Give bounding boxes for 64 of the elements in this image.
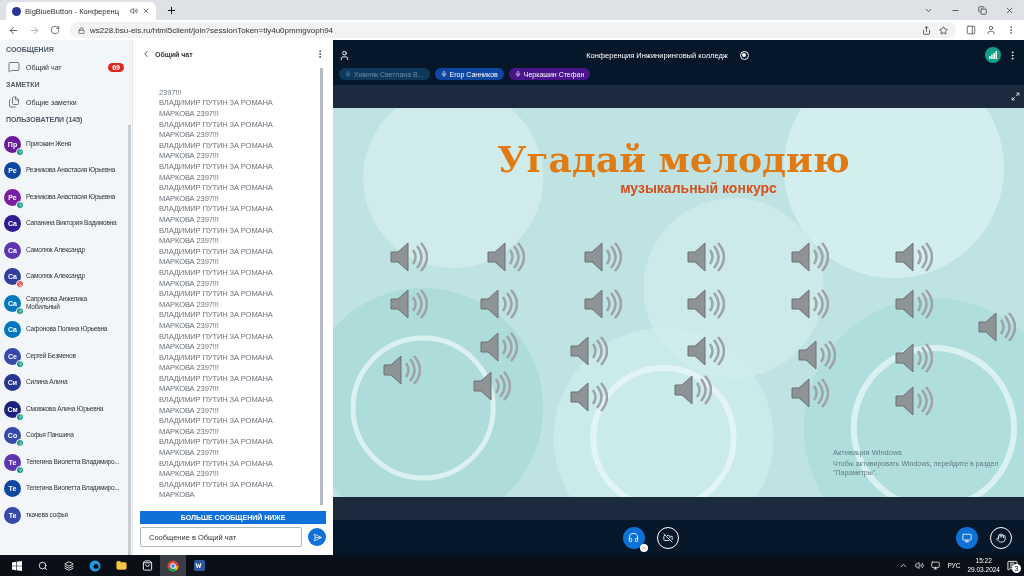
speaker-icon[interactable] [388, 240, 429, 275]
slide-subtitle: музыкальный конкурс [620, 180, 777, 196]
chrome-icon[interactable] [160, 555, 186, 576]
slide-title: Угадай мелодию [497, 138, 850, 180]
lock-icon[interactable] [78, 26, 85, 34]
audio-options-icon[interactable] [639, 543, 648, 552]
speaker-icon[interactable] [478, 286, 519, 321]
restore-icon[interactable] [978, 5, 987, 15]
speaker-icon[interactable] [789, 286, 830, 321]
speaker-icon[interactable] [685, 286, 726, 321]
speaker-icon[interactable] [892, 286, 933, 321]
back-icon[interactable] [141, 49, 151, 59]
send-icon [312, 532, 322, 542]
speaker-icon[interactable] [478, 329, 519, 364]
back-icon[interactable] [8, 24, 19, 36]
close-icon[interactable] [1005, 5, 1014, 15]
speaker-icon[interactable] [892, 240, 933, 275]
logo-icon [12, 6, 21, 16]
new-tab-icon[interactable] [166, 5, 177, 16]
send-button[interactable] [308, 528, 326, 546]
profile-icon[interactable] [986, 25, 996, 35]
speaker-icon[interactable] [795, 337, 836, 372]
camera-off-icon [662, 532, 673, 543]
address-bar[interactable]: ws228.bsu-eis.ru/html5client/join?sessionToken=tiy4u0pmmgvoph94 [70, 22, 956, 38]
fullscreen-icon[interactable] [1011, 92, 1020, 101]
speaker-icon[interactable] [789, 240, 830, 275]
notes-icon [8, 96, 20, 108]
notifications-icon[interactable] [1007, 560, 1018, 571]
users-toggle-icon[interactable] [339, 49, 350, 61]
connection-icon[interactable] [985, 47, 1001, 63]
speaker-icon[interactable] [671, 372, 712, 407]
speaker-icon[interactable] [789, 376, 830, 411]
network-icon[interactable] [931, 561, 941, 570]
audio-icon [130, 7, 138, 15]
hand-icon [996, 532, 1006, 543]
mic-icon [345, 71, 351, 77]
close-icon[interactable] [142, 7, 150, 15]
bookmark-icon[interactable] [939, 25, 948, 35]
chat-icon [8, 61, 20, 73]
mic-icon [514, 71, 521, 77]
monitor-icon [962, 532, 972, 543]
speaker-icon[interactable] [485, 240, 525, 275]
speaker-icon[interactable] [581, 240, 622, 275]
share-icon[interactable] [922, 25, 931, 35]
speaker-icon[interactable] [892, 384, 933, 419]
caret-icon [640, 544, 647, 551]
speaker-icon[interactable] [581, 286, 622, 321]
speaker-icon[interactable] [381, 353, 422, 388]
speaker-icon[interactable] [567, 380, 608, 415]
tray-expand-icon[interactable] [899, 561, 909, 570]
speaker-icon[interactable] [892, 341, 933, 376]
volume-icon[interactable] [915, 561, 925, 570]
mic-icon [440, 71, 447, 77]
screen-share-button[interactable] [956, 526, 978, 549]
side-panel-icon[interactable] [966, 25, 976, 35]
audio-button[interactable] [622, 526, 645, 549]
speaker-icon[interactable] [471, 368, 512, 403]
headphones-icon [628, 532, 639, 543]
speaker-icon[interactable] [567, 333, 608, 368]
speaker-icon[interactable] [685, 240, 726, 275]
reload-icon[interactable] [50, 25, 60, 35]
speaker-icon[interactable] [388, 286, 429, 321]
speaker-icon[interactable] [685, 333, 726, 368]
speaker-icon[interactable] [975, 310, 1016, 345]
